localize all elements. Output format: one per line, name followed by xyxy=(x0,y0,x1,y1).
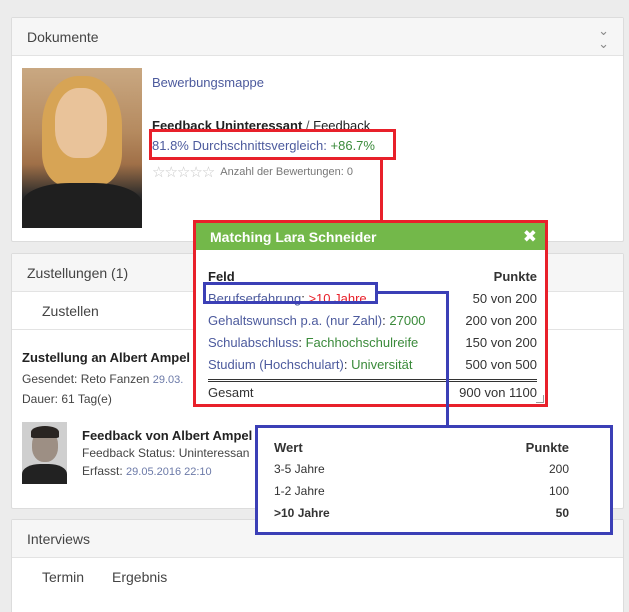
matching-popup-header: Matching Lara Schneider ✖ xyxy=(196,223,545,250)
value-row-2: >10 Jahre 50 xyxy=(274,502,569,524)
delivery-sent: Gesendet: Reto Fanzen 29.03. xyxy=(22,372,183,386)
documents-panel: Dokumente ⌄ ⌄ Bewerbungsmappe Feedback Un… xyxy=(11,17,624,242)
matching-table: Feld Punkte Berufserfahrung: >10 Jahre 5… xyxy=(208,265,537,401)
row-points: 200 von 200 xyxy=(465,312,537,328)
row-key: Schulabschluss xyxy=(208,334,299,350)
matching-row-1[interactable]: Gehaltswunsch p.a. (nur Zahl): 27000 200… xyxy=(208,309,537,331)
feedback-entry-title: Feedback von Albert Ampel xyxy=(82,428,253,443)
star-rating-icon[interactable]: ☆☆☆☆☆ xyxy=(152,163,215,181)
matching-row-0[interactable]: Berufserfahrung: >10 Jahre 50 von 200 xyxy=(208,287,537,309)
matching-popup-title: Matching Lara Schneider xyxy=(210,228,377,245)
matching-total-row: Gesamt 900 von 1100 xyxy=(208,379,537,401)
feedback-secondary: Feedback xyxy=(313,118,371,133)
compare-value: +86.7% xyxy=(330,138,375,153)
rating: ☆☆☆☆☆ Anzahl der Bewertungen: 0 xyxy=(152,163,353,181)
row-points: 50 von 200 xyxy=(472,290,537,306)
value-label: 1-2 Jahre xyxy=(274,484,325,498)
total-points: 900 von 1100 xyxy=(459,384,537,400)
matching-stats[interactable]: 81.8% Durchschnittsvergleich: +86.7% xyxy=(152,138,375,153)
row-key: Gehaltswunsch p.a. (nur Zahl) xyxy=(208,312,383,328)
col-field: Feld xyxy=(208,268,235,284)
feedback-created: Erfasst: 29.05.2016 22:10 xyxy=(82,464,212,478)
value-points-table: Wert Punkte 3-5 Jahre 200 1-2 Jahre 100 … xyxy=(255,425,613,535)
candidate-photo xyxy=(22,68,142,228)
row-key: Berufserfahrung xyxy=(208,290,302,306)
application-folder-link[interactable]: Bewerbungsmappe xyxy=(152,75,264,90)
resize-grip-icon[interactable] xyxy=(536,395,544,403)
close-icon[interactable]: ✖ xyxy=(523,228,537,245)
value-label: >10 Jahre xyxy=(274,506,330,520)
delivery-duration: Dauer: 61 Tag(e) xyxy=(22,392,112,406)
documents-header[interactable]: Dokumente ⌄ ⌄ xyxy=(12,18,623,56)
delivery-sent-date: 29.03. xyxy=(152,374,184,386)
value-points: 200 xyxy=(548,462,569,476)
value-points: 50 xyxy=(555,506,569,520)
rating-count: Anzahl der Bewertungen: 0 xyxy=(220,166,353,178)
value-row-1: 1-2 Jahre 100 xyxy=(274,480,569,502)
matching-row-2[interactable]: Schulabschluss: Fachhochschulreife 150 v… xyxy=(208,331,537,353)
interviews-tabs: Termin Ergebnis xyxy=(12,558,623,596)
row-value: Fachhochschulreife xyxy=(305,334,419,350)
feedback-created-date: 29.05.2016 22:10 xyxy=(126,466,212,478)
delivery-sent-label: Gesendet: Reto Fanzen xyxy=(22,372,150,386)
col-points: Punkte xyxy=(525,439,569,455)
documents-title: Dokumente xyxy=(27,28,99,45)
row-value: 27000 xyxy=(389,312,426,328)
feedback-primary: Feedback Uninteressant xyxy=(152,118,303,133)
interviews-title: Interviews xyxy=(27,530,91,547)
row-key: Studium (Hochschulart) xyxy=(208,356,344,372)
feedback-status: Feedback Status: Uninteressan xyxy=(82,446,250,460)
feedback-line: Feedback Uninteressant / Feedback xyxy=(152,118,370,133)
row-points: 150 von 200 xyxy=(465,334,537,350)
match-percentage: 81.8% xyxy=(152,138,189,153)
tab-ergebnis[interactable]: Ergebnis xyxy=(112,569,167,585)
col-value: Wert xyxy=(274,439,303,455)
value-row-0: 3-5 Jahre 200 xyxy=(274,458,569,480)
matching-row-3[interactable]: Studium (Hochschulart): Universität 500 … xyxy=(208,353,537,375)
feedback-created-label: Erfasst: xyxy=(82,464,123,478)
double-chevron-down-icon[interactable]: ⌄ ⌄ xyxy=(598,24,609,50)
value-points: 100 xyxy=(548,484,569,498)
delivery-entry-title: Zustellung an Albert Ampel xyxy=(22,350,191,365)
row-points: 500 von 500 xyxy=(465,356,537,372)
total-label: Gesamt xyxy=(208,384,254,400)
col-points: Punkte xyxy=(493,268,537,284)
value-table-header: Wert Punkte xyxy=(274,436,569,458)
compare-label: Durchschnittsvergleich: xyxy=(192,138,327,153)
reviewer-avatar xyxy=(22,422,67,484)
tab-termin[interactable]: Termin xyxy=(42,569,84,585)
tab-zustellen[interactable]: Zustellen xyxy=(42,303,99,319)
feedback-separator: / xyxy=(302,118,314,133)
matching-popup: Matching Lara Schneider ✖ Feld Punkte Be… xyxy=(193,220,548,407)
row-value: Universität xyxy=(351,356,413,372)
matching-table-header: Feld Punkte xyxy=(208,265,537,287)
deliveries-title: Zustellungen (1) xyxy=(27,264,129,281)
value-label: 3-5 Jahre xyxy=(274,462,325,476)
row-value: >10 Jahre xyxy=(308,290,367,306)
